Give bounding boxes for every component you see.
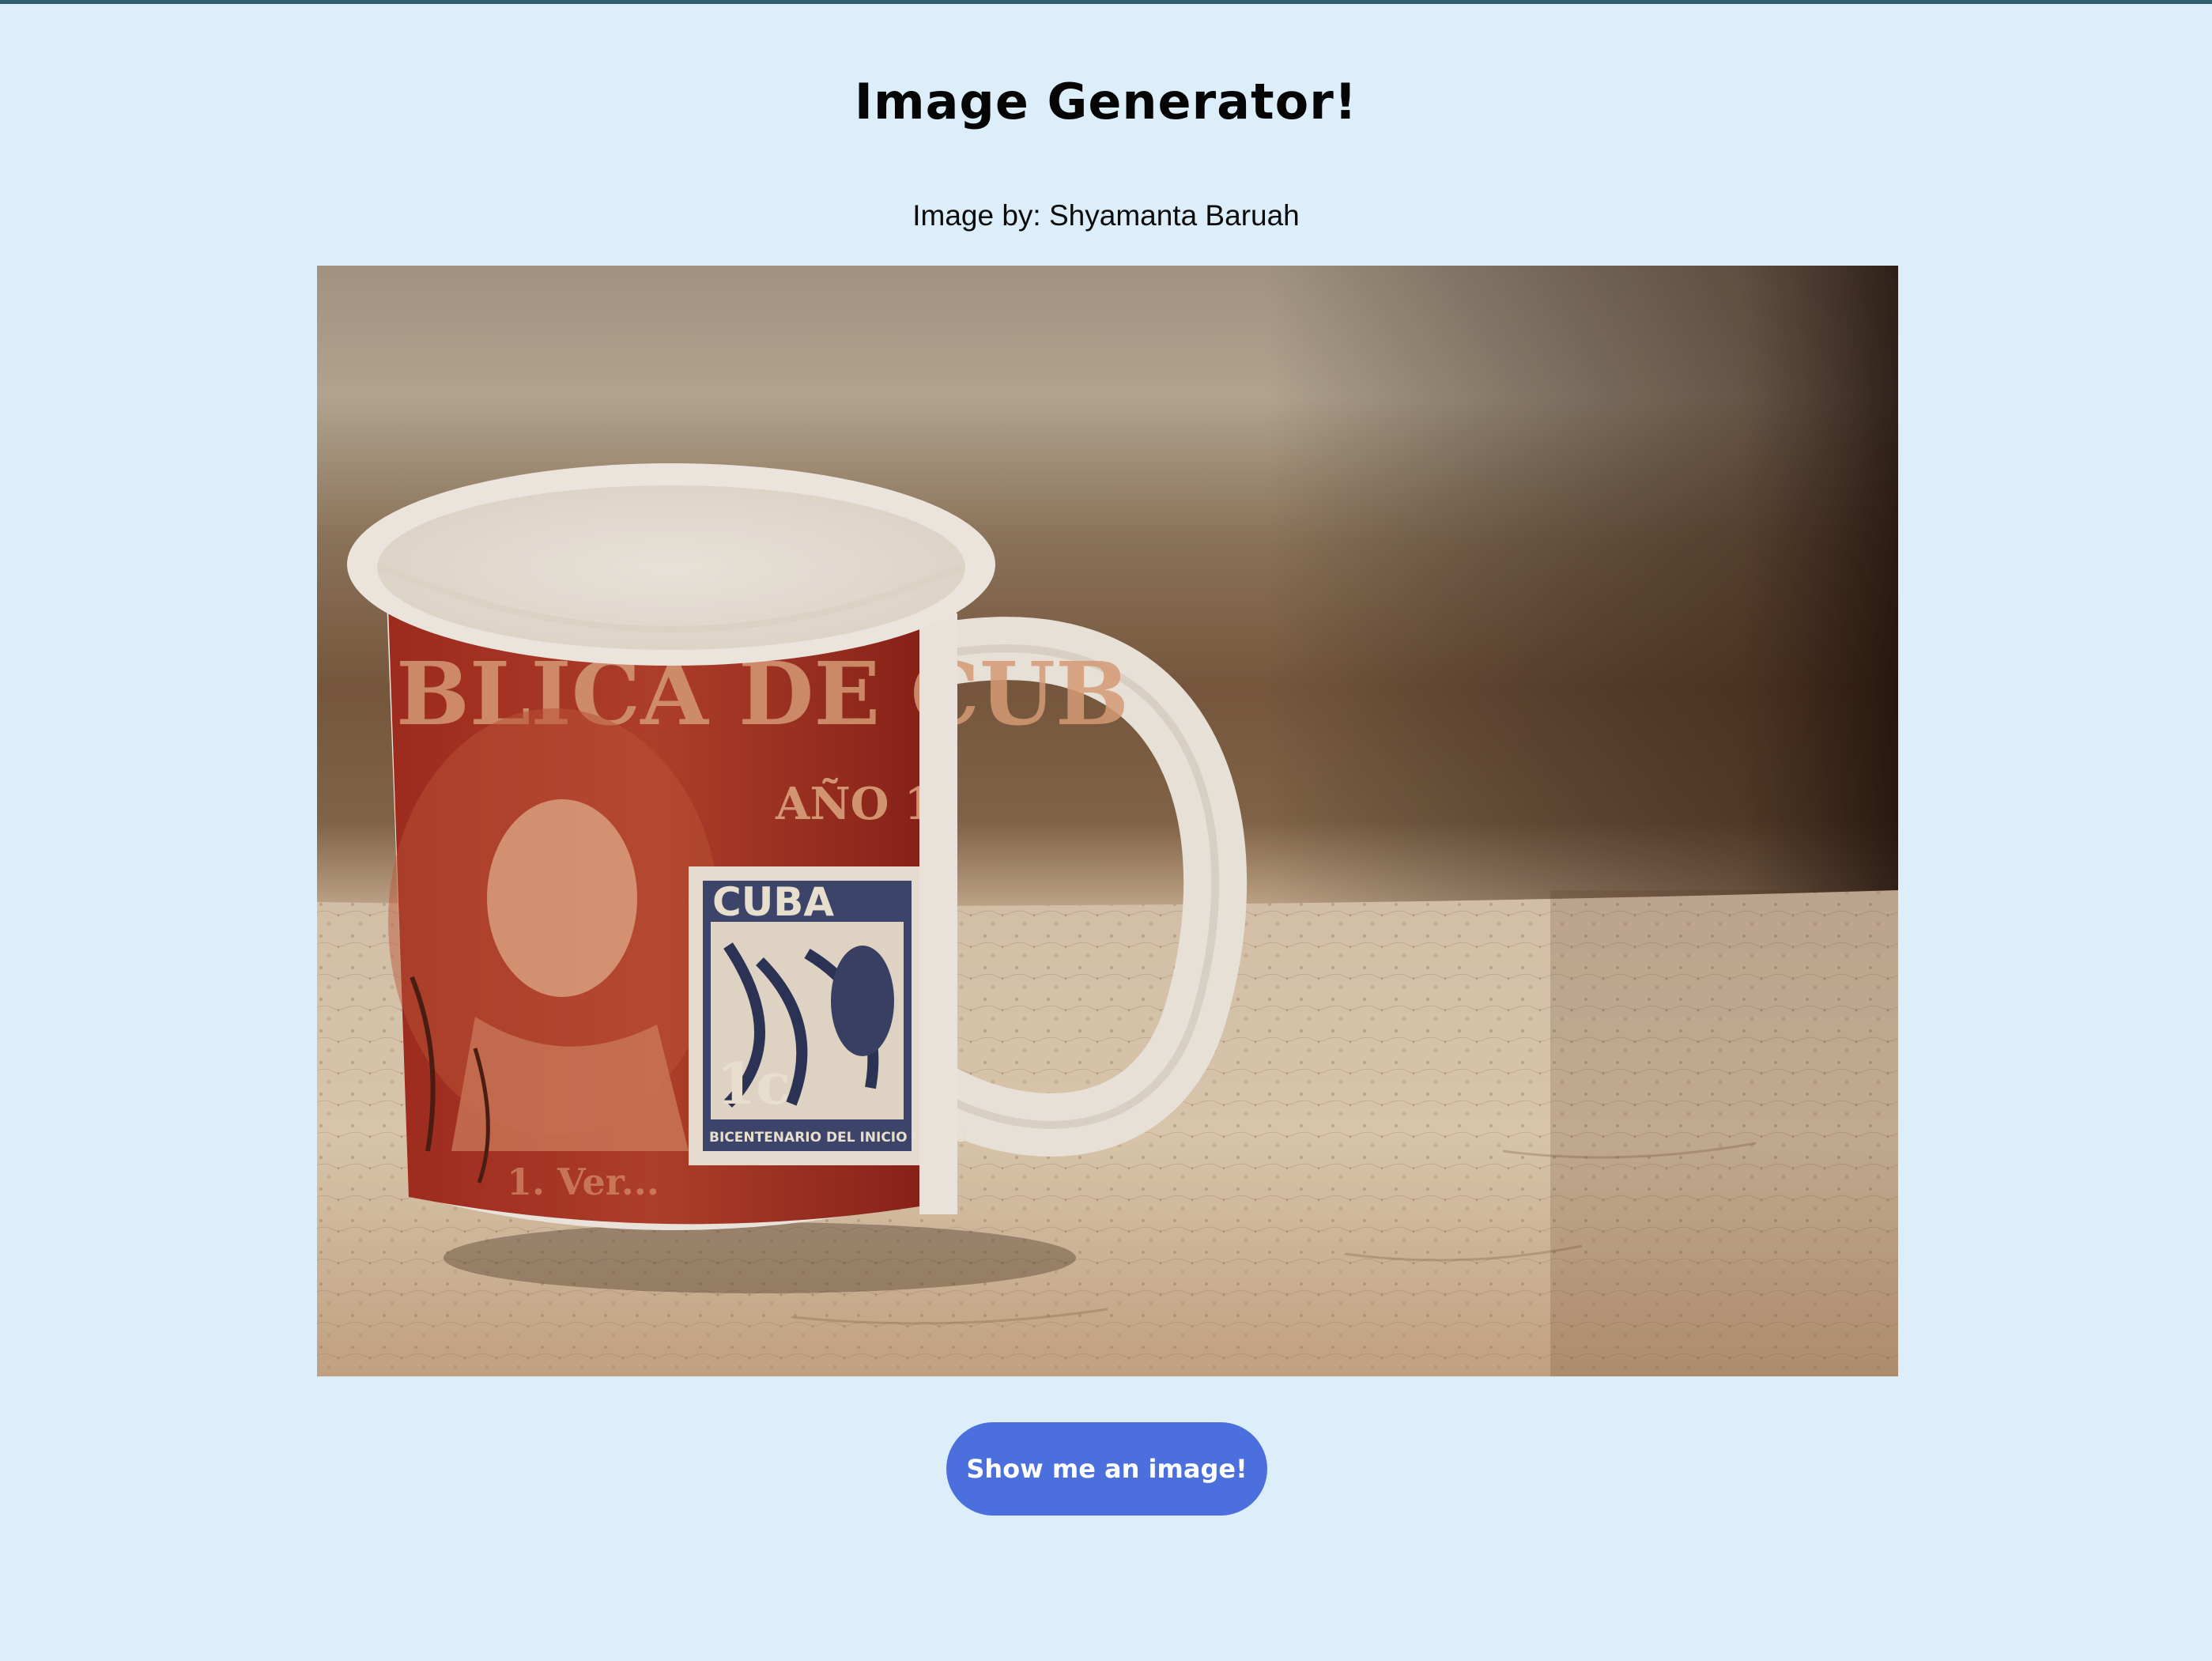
image-credit: Image by: Shyamanta Baruah [912, 199, 1300, 232]
page-title: Image Generator! [854, 73, 1358, 130]
show-image-button[interactable]: Show me an image! [946, 1422, 1267, 1516]
generated-image: BLICA DE CUB AÑO 1 1. Ver... CUBA 1c BIC… [317, 266, 1898, 1376]
page: Image Generator! Image by: Shyamanta Bar… [0, 0, 2212, 1661]
